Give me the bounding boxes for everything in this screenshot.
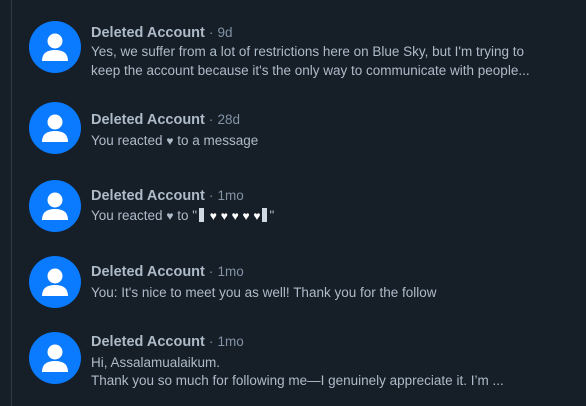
reaction-end: " [269,208,275,223]
timestamp: 1mo [217,188,244,203]
default-user-avatar-icon[interactable] [29,256,81,308]
sender-name[interactable]: Deleted Account [91,112,205,128]
timestamp: 1mo [217,334,244,349]
timestamp: 1mo [217,264,244,279]
conversation-item[interactable]: Deleted Account · 1mo You reacted ♥ to "… [12,172,586,244]
message-preview-line: Thank you so much for following me—I gen… [91,373,504,388]
conversation-item[interactable]: Deleted Account · 1mo You: It's nice to … [12,248,586,320]
heart-icon: ♥ [166,209,174,223]
white-heart-icon: ♥ [242,209,250,223]
conversation-list: Deleted Account · 9d Yes, we suffer from… [0,0,586,406]
separator: · [208,264,214,279]
conversation-item[interactable]: Deleted Account · 28d You reacted ♥ to a… [12,94,586,166]
white-heart-icon: ♥ [231,209,239,223]
separator: · [208,188,214,203]
separator: · [208,112,214,127]
message-preview-line: Hi, Assalamualaikum. [91,355,221,370]
message-preview: You reacted ♥ to a message [91,132,578,150]
sender-name[interactable]: Deleted Account [91,25,205,41]
reaction-suffix: to a message [177,133,259,148]
reaction-prefix: You reacted [91,133,163,148]
message-preview: You reacted ♥ to " ♥ ♥ ♥ ♥ ♥ " [91,207,578,225]
reaction-to: to " [177,208,198,223]
sender-name[interactable]: Deleted Account [91,188,205,204]
heart-icon: ♥ [166,134,174,148]
message-preview-line: keep the account because it's the only w… [91,63,530,78]
sender-name[interactable]: Deleted Account [91,264,205,280]
message-preview-line: Yes, we suffer from a lot of restriction… [91,44,525,59]
timestamp: 28d [217,112,240,127]
unknown-glyph-icon [262,208,268,222]
conversation-item[interactable]: Deleted Account · 9d Yes, we suffer from… [12,0,586,88]
default-user-avatar-icon[interactable] [29,21,81,73]
unknown-glyph-icon [199,208,205,222]
sender-name[interactable]: Deleted Account [91,334,205,350]
white-heart-icon: ♥ [220,209,228,223]
message-preview-line: You: It's nice to meet you as well! Than… [91,285,437,300]
separator: · [208,25,214,40]
timestamp: 9d [217,25,233,40]
conversation-header: Deleted Account · 9d [91,24,232,42]
conversation-item[interactable]: Deleted Account · 1mo Hi, Assalamualaiku… [12,324,586,406]
conversation-header: Deleted Account · 1mo [91,333,244,351]
default-user-avatar-icon[interactable] [29,102,81,154]
reaction-prefix: You reacted [91,208,163,223]
conversation-header: Deleted Account · 1mo [91,263,244,281]
conversation-header: Deleted Account · 28d [91,111,240,129]
default-user-avatar-icon[interactable] [29,332,81,384]
conversation-header: Deleted Account · 1mo [91,187,244,205]
white-heart-icon: ♥ [209,209,217,223]
default-user-avatar-icon[interactable] [29,180,81,232]
white-heart-icon: ♥ [253,209,261,223]
separator: · [208,334,214,349]
